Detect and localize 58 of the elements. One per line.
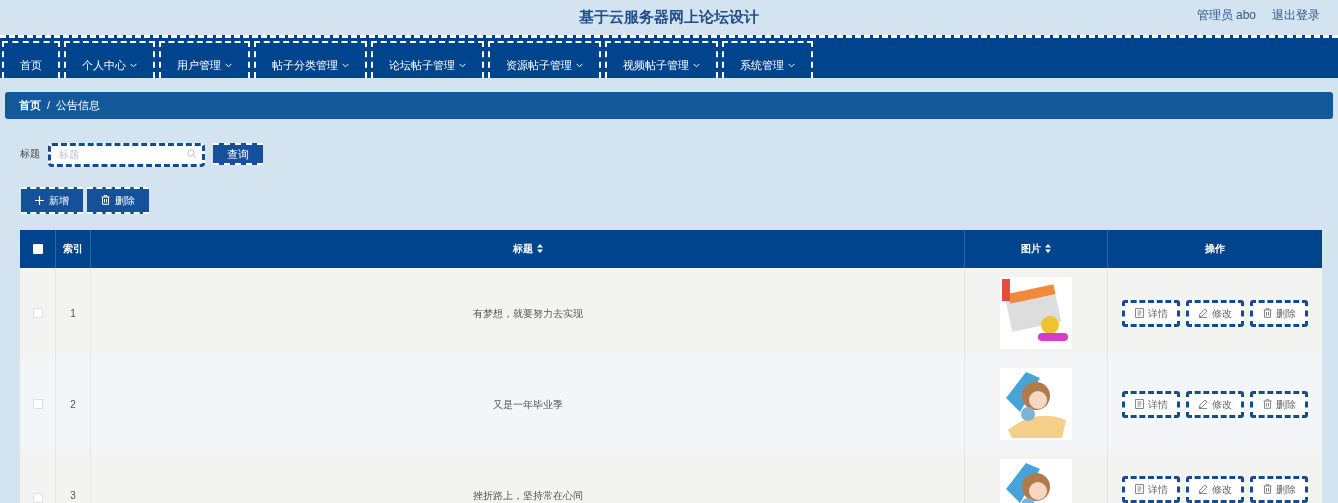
user-name: 管理员 abo xyxy=(1196,7,1256,24)
nav-tab[interactable]: 用户管理 xyxy=(159,41,250,78)
detail-button[interactable]: 详情 xyxy=(1122,475,1180,503)
table-cell-text: 3 xyxy=(70,488,76,503)
pencil-icon xyxy=(1198,308,1208,318)
trash-icon xyxy=(1262,308,1272,318)
delete-button[interactable]: 删除 xyxy=(1250,390,1308,418)
table-cell-text: 又是一年毕业季 xyxy=(492,397,563,412)
row-checkbox[interactable] xyxy=(32,492,43,503)
detail-button[interactable]: 详情 xyxy=(1122,299,1180,327)
nav-tab[interactable]: 帖子分类管理 xyxy=(254,41,367,78)
search-label: 标题 xyxy=(20,147,40,162)
cartoon-thumbnail xyxy=(1000,458,1072,503)
pencil-icon xyxy=(1198,484,1208,494)
trash-icon xyxy=(1262,484,1272,494)
nav-tab[interactable]: 系统管理 xyxy=(722,41,813,78)
table-cell-text: 挫折路上，坚持常在心间 xyxy=(472,488,583,503)
trash-icon xyxy=(1262,399,1272,409)
edit-button[interactable]: 修改 xyxy=(1186,299,1244,327)
search-icon xyxy=(187,149,196,158)
logout-link[interactable]: 退出登录 xyxy=(1272,6,1320,24)
delete-button[interactable]: 删除 xyxy=(87,186,149,214)
document-icon xyxy=(1134,399,1144,409)
column-header: 图片 xyxy=(1021,242,1041,256)
column-header: 标题 xyxy=(512,242,533,256)
table-cell-text: 2 xyxy=(70,397,76,412)
breadcrumb-item[interactable]: 公告信息 xyxy=(56,97,101,114)
edit-button[interactable]: 修改 xyxy=(1186,390,1244,418)
row-checkbox[interactable] xyxy=(32,308,43,318)
nav-tab[interactable]: 论坛帖子管理 xyxy=(371,41,484,78)
table-cell-text: 有梦想，就要努力去实现 xyxy=(472,306,583,321)
nav-tab[interactable]: 视频帖子管理 xyxy=(605,41,718,78)
edit-button[interactable]: 修改 xyxy=(1186,475,1244,503)
sort-icon[interactable] xyxy=(1045,244,1051,253)
breadcrumb-item[interactable]: 首页 xyxy=(19,97,41,114)
cartoon-thumbnail xyxy=(1000,368,1072,440)
row-checkbox[interactable] xyxy=(32,399,43,409)
site-title: 基于云服务器网上论坛设计 xyxy=(579,7,759,28)
column-header: 索引 xyxy=(63,242,83,256)
trash-icon xyxy=(101,195,110,205)
nav-tab[interactable]: 资源帖子管理 xyxy=(488,41,601,78)
nav-tab[interactable]: 个人中心 xyxy=(64,41,155,78)
plus-icon xyxy=(35,195,44,205)
pencil-icon xyxy=(1198,399,1208,409)
add-button[interactable]: 新增 xyxy=(21,186,83,214)
table-cell-text: 1 xyxy=(70,306,76,321)
select-all-checkbox[interactable] xyxy=(32,243,43,254)
detail-button[interactable]: 详情 xyxy=(1122,390,1180,418)
delete-button[interactable]: 删除 xyxy=(1250,475,1308,503)
query-button[interactable]: 查询 xyxy=(213,142,263,165)
sort-icon[interactable] xyxy=(536,244,543,253)
document-icon xyxy=(1134,308,1144,318)
document-icon xyxy=(1134,484,1144,494)
breadcrumb-separator: / xyxy=(47,98,51,114)
newspaper-thumbnail xyxy=(1000,277,1072,349)
delete-button[interactable]: 删除 xyxy=(1250,299,1308,327)
column-header: 操作 xyxy=(1205,242,1225,256)
nav-tab[interactable]: 首页 xyxy=(2,41,60,78)
